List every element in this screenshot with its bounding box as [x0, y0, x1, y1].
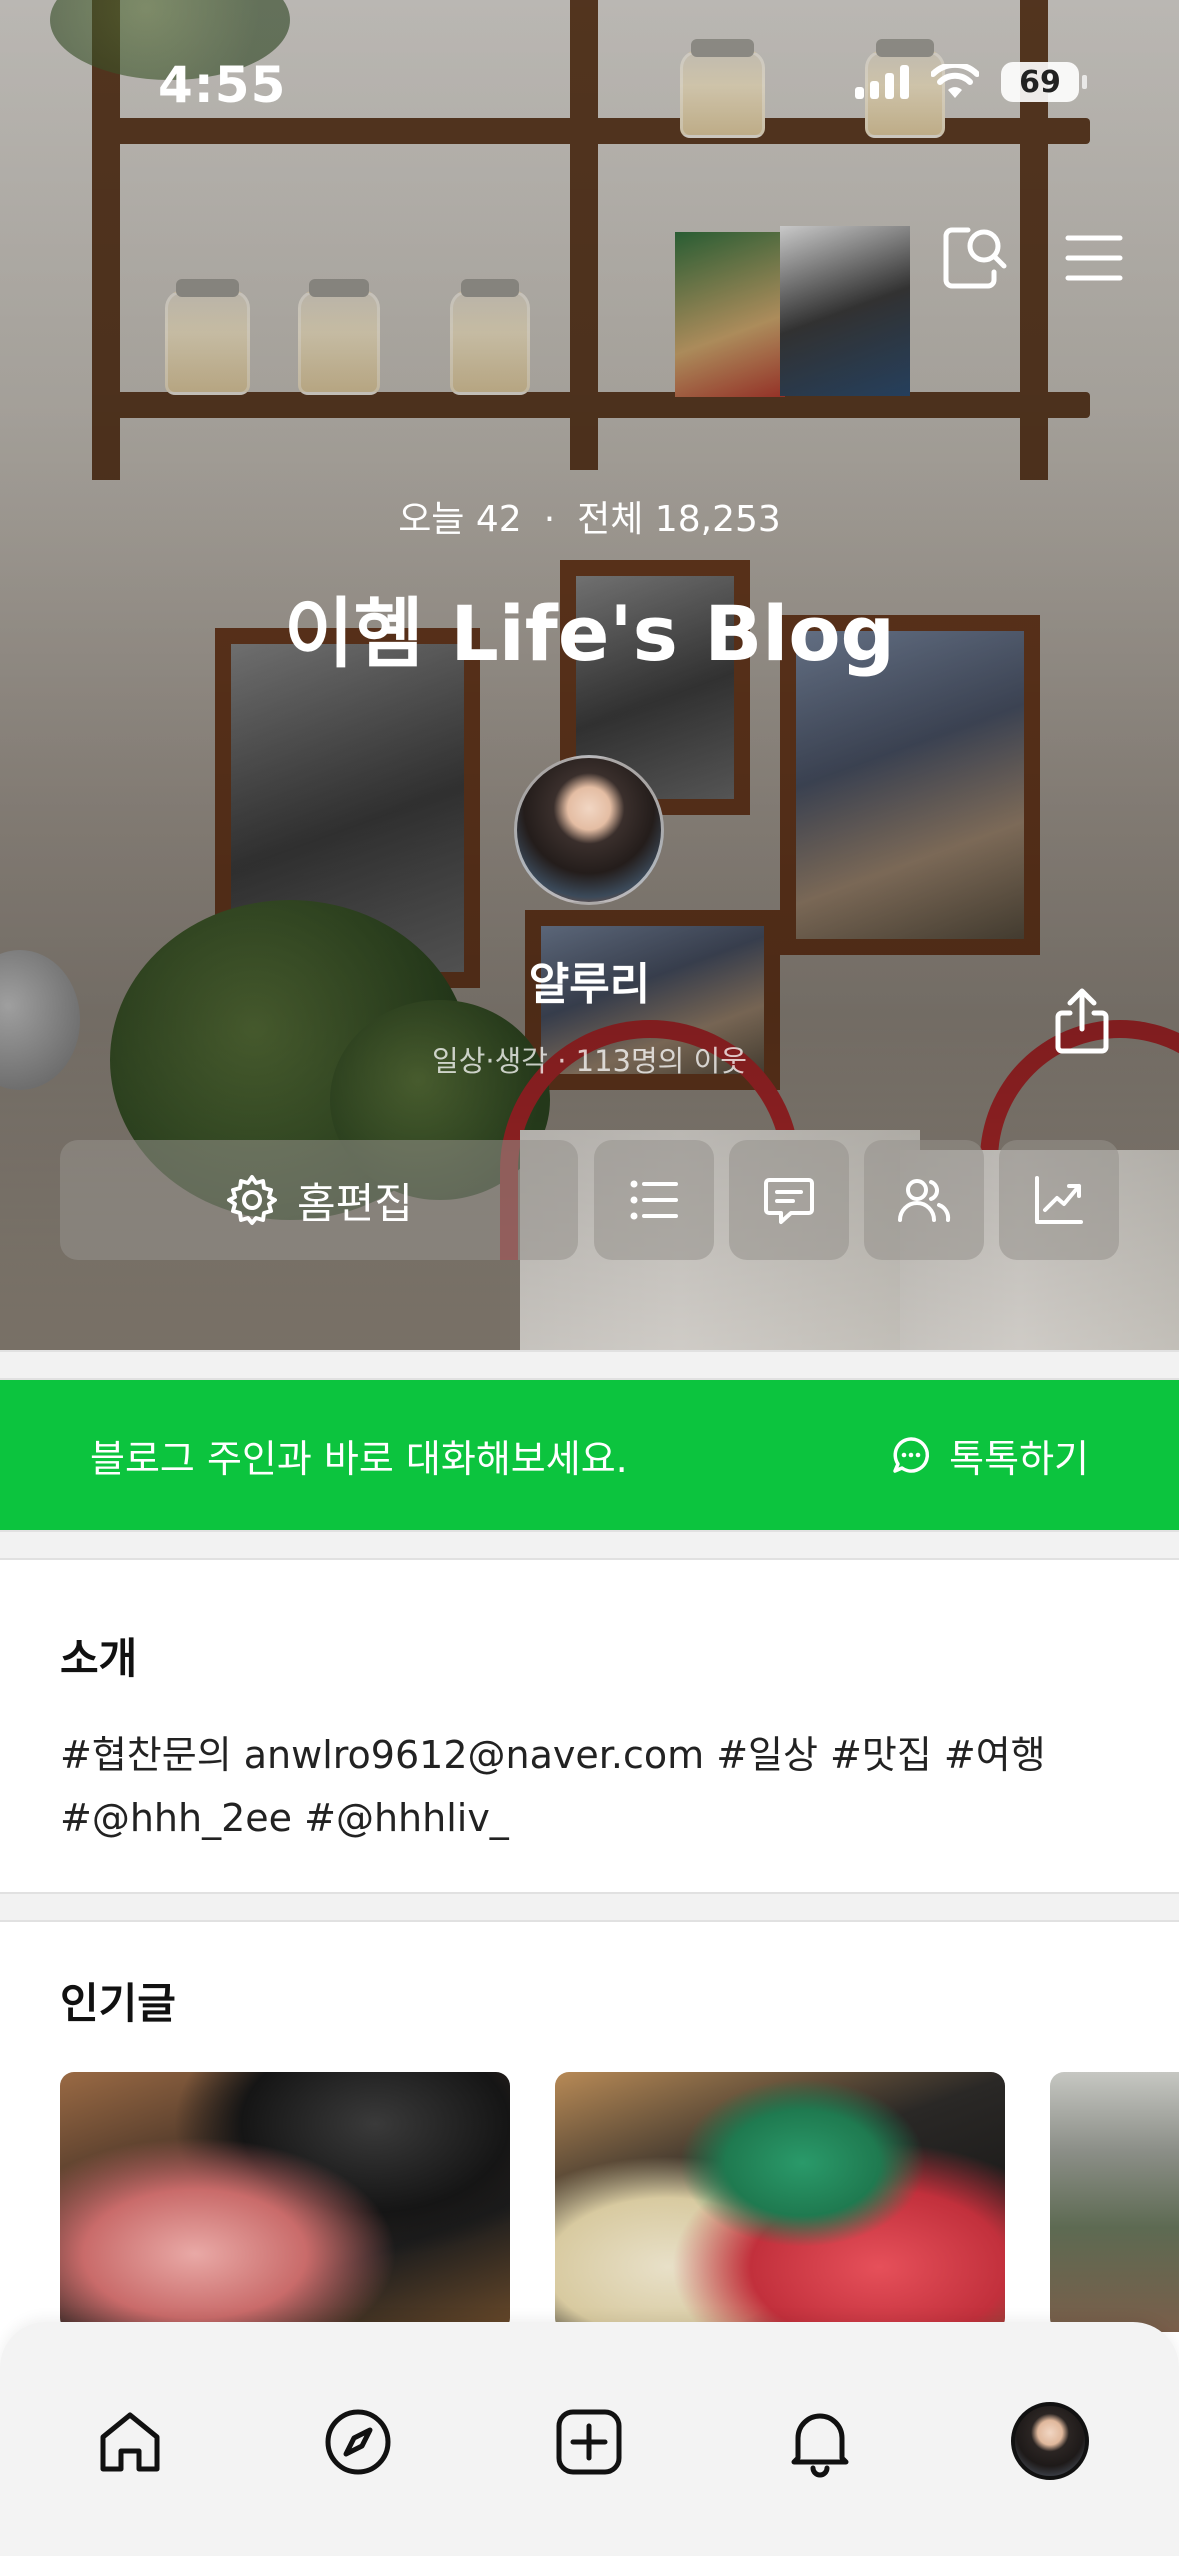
intro-line: #@hhh_2ee #@hhhliv_: [60, 1796, 509, 1840]
section-divider: [0, 1350, 1179, 1380]
guestbook-button[interactable]: [729, 1140, 849, 1260]
add-post-icon: [556, 2409, 622, 2475]
blog-home-screen: 4:55 69 오늘 42 · 전체 18,253 이혬 Life's Blog 얄…: [0, 0, 1179, 2556]
home-icon: [100, 2412, 160, 2472]
today-visits: 오늘 42: [398, 499, 522, 540]
intro-title: 소개: [60, 1634, 138, 1683]
section-divider: [0, 1892, 1179, 1922]
home-edit-button[interactable]: 홈편집: [60, 1140, 578, 1260]
cellular-signal-icon: [855, 65, 909, 99]
neighbors-button[interactable]: [864, 1140, 984, 1260]
home-edit-label: 홈편집: [297, 1178, 413, 1228]
talk-button-label: 톡톡하기: [949, 1436, 1089, 1481]
chat-bubble-icon: [893, 1437, 930, 1473]
blogger-nickname[interactable]: 얄루리: [0, 948, 1179, 1012]
total-visits: 전체 18,253: [577, 499, 781, 540]
talk-banner[interactable]: 블로그 주인과 바로 대화해보세요. 톡톡하기: [0, 1380, 1179, 1530]
popular-post-thumbnail[interactable]: [1050, 2072, 1179, 2332]
tab-explore[interactable]: [318, 2402, 398, 2482]
talk-banner-message: 블로그 주인과 바로 대화해보세요.: [90, 1436, 628, 1481]
tab-notifications[interactable]: [780, 2402, 860, 2482]
list-icon: [630, 1180, 678, 1220]
post-list-button[interactable]: [594, 1140, 714, 1260]
status-indicators: 69: [855, 62, 1087, 102]
intro-line: #협찬문의 anwlro9612@naver.com #일상 #맛집 #여행: [60, 1733, 1046, 1777]
popular-posts-title: 인기글: [60, 1979, 176, 2028]
search-button[interactable]: [938, 222, 1010, 294]
popular-post-thumbnail[interactable]: [60, 2072, 510, 2332]
talk-button[interactable]: 톡톡하기: [891, 1428, 1089, 1483]
status-time: 4:55: [158, 56, 287, 114]
statistics-button[interactable]: [999, 1140, 1119, 1260]
visit-separator: ·: [543, 499, 556, 540]
tab-write-post[interactable]: [549, 2402, 629, 2482]
visitor-count: 오늘 42 · 전체 18,253: [0, 490, 1179, 542]
menu-icon: [1065, 235, 1123, 281]
wifi-icon: [931, 64, 979, 98]
share-icon: [1055, 988, 1109, 1054]
share-button[interactable]: [1050, 985, 1114, 1055]
stats-icon: [1035, 1176, 1083, 1224]
bell-icon: [791, 2413, 849, 2478]
neighbors-icon: [898, 1179, 951, 1222]
intro-text: #협찬문의 anwlro9612@naver.com #일상 #맛집 #여행 #…: [60, 1724, 1140, 1850]
battery-indicator: 69: [1001, 62, 1087, 102]
profile-avatar[interactable]: [514, 755, 664, 905]
popular-post-thumbnail[interactable]: [555, 2072, 1005, 2332]
search-icon: [943, 227, 1007, 289]
tab-profile[interactable]: [1011, 2402, 1089, 2480]
gear-icon: [227, 1175, 278, 1225]
menu-button[interactable]: [1058, 222, 1130, 294]
bottom-tab-bar: [0, 2322, 1179, 2556]
blog-category-neighbors[interactable]: 일상·생각 · 113명의 이웃: [0, 1038, 1179, 1080]
comment-icon: [764, 1178, 814, 1224]
section-divider: [0, 1530, 1179, 1560]
blog-title: 이혬 Life's Blog: [284, 589, 895, 678]
tab-home[interactable]: [90, 2402, 170, 2482]
compass-icon: [325, 2409, 391, 2475]
